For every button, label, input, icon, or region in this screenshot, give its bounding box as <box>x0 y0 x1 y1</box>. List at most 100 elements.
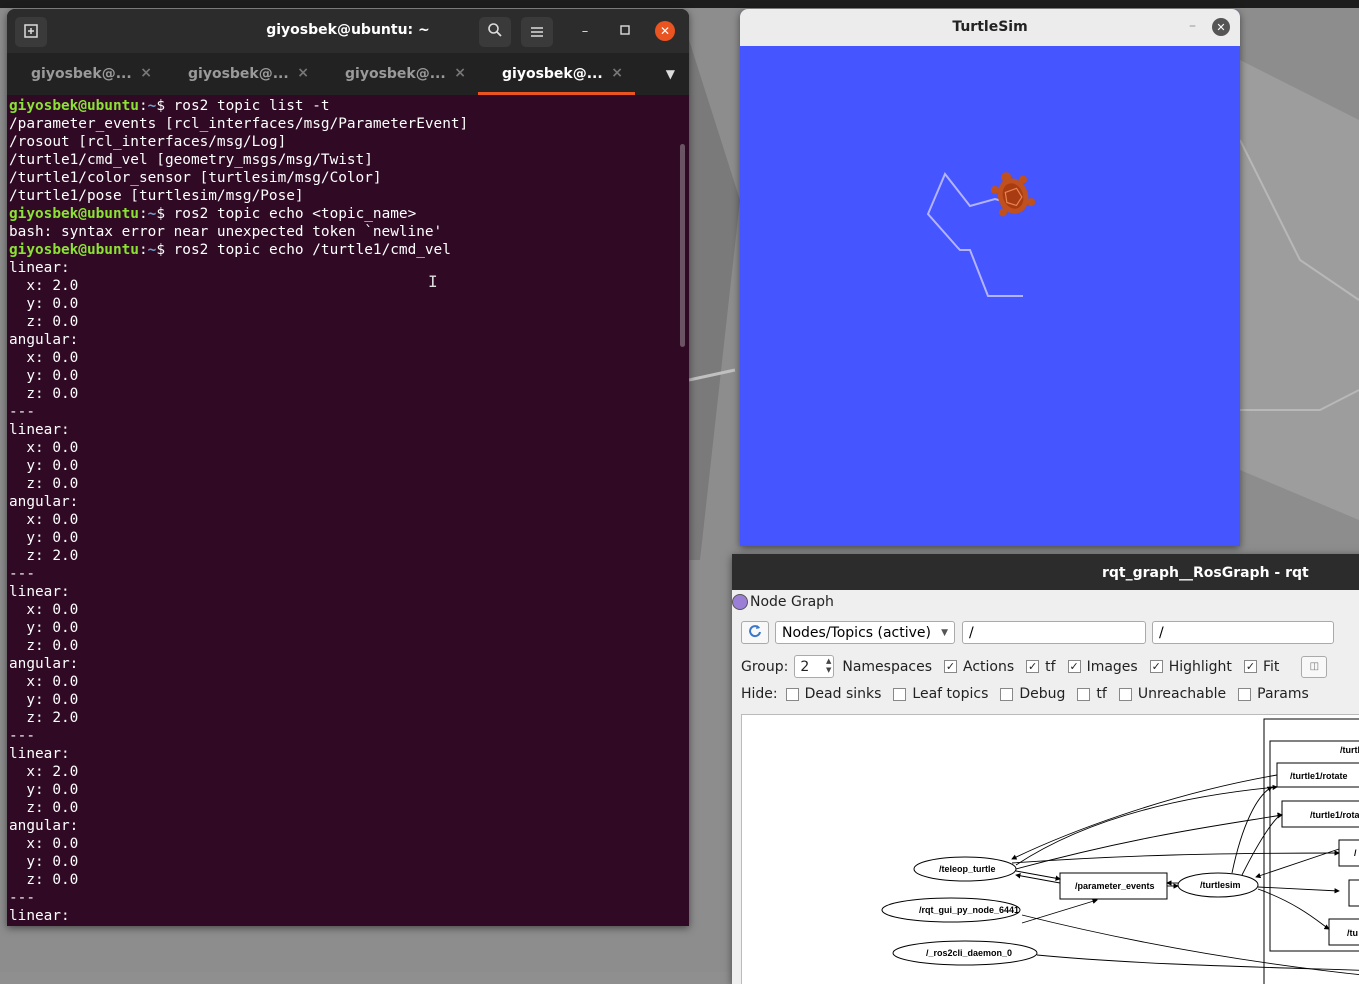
maximize-button[interactable] <box>615 21 635 41</box>
rqt-titlebar[interactable]: rqt_graph__RosGraph - rqt <box>732 554 1359 590</box>
close-tab-icon[interactable]: × <box>140 65 152 81</box>
terminal-output-line: z: 0.0 <box>9 476 79 492</box>
option-tf[interactable]: ✓ tf <box>1026 659 1056 675</box>
terminal-output-line: x: 0.0 <box>9 602 79 618</box>
rqt-title: rqt_graph__RosGraph - rqt <box>1102 565 1309 581</box>
terminal-prompt-line: giyosbek@ubuntu:~$ ros2 topic echo /turt… <box>9 242 451 258</box>
option-tf[interactable]: tf <box>1077 686 1107 702</box>
save-icon: ◫ <box>1309 661 1320 672</box>
terminal-output-line: angular: <box>9 818 79 834</box>
terminal-output-line: y: 0.0 <box>9 854 79 870</box>
option-namespaces[interactable]: Namespaces <box>842 659 932 675</box>
display-options: Namespaces ✓ Actions ✓ tf ✓ Images ✓ Highlight ✓ F… <box>842 659 1291 675</box>
tabs-dropdown-icon[interactable]: ▼ <box>666 67 675 81</box>
terminal-output-line: x: 0.0 <box>9 674 79 690</box>
minimize-button[interactable]: – <box>575 21 595 41</box>
checkbox[interactable] <box>1118 687 1132 701</box>
close-button[interactable]: ✕ <box>655 21 675 41</box>
minimize-icon[interactable]: – <box>1189 18 1196 34</box>
terminal-output[interactable]: giyosbek@ubuntu:~$ ros2 topic list -t/pa… <box>9 97 679 926</box>
checkbox[interactable]: ✓ <box>1243 660 1257 673</box>
option-actions[interactable]: ✓ Actions <box>944 659 1014 675</box>
terminal-output-line: y: 0.0 <box>9 692 79 708</box>
options-row: Group: 2 ▲ ▼ Namespaces ✓ Actions ✓ tf ✓ Images… <box>741 655 1328 678</box>
maximize-icon <box>620 24 630 39</box>
terminal-tab-1[interactable]: giyosbek@... × <box>7 53 164 95</box>
mode-select[interactable]: Nodes/Topics (active) ▼ <box>775 621 955 644</box>
refresh-button[interactable] <box>741 621 769 644</box>
checkbox[interactable] <box>893 687 907 701</box>
topic-4-label: /tu <box>1347 928 1358 938</box>
group-spinbox[interactable]: 2 ▲ ▼ <box>794 655 835 678</box>
turtlesim-titlebar[interactable]: TurtleSim – ✕ <box>740 9 1240 46</box>
terminal-output-line: --- <box>9 566 35 582</box>
close-tab-icon[interactable]: × <box>454 65 466 81</box>
topic-4-box <box>1348 879 1359 907</box>
turtlesim-window[interactable]: TurtleSim – ✕ <box>740 9 1240 546</box>
turtlesim-title: TurtleSim <box>952 19 1028 35</box>
terminal-output-line: z: 0.0 <box>9 638 79 654</box>
refresh-icon <box>748 623 762 642</box>
terminal-output-line: y: 0.0 <box>9 530 79 546</box>
terminal-output-line: z: 0.0 <box>9 872 79 888</box>
terminal-output-line: x: 0.0 <box>9 350 79 366</box>
terminal-window[interactable]: giyosbek@ubuntu: ~ – ✕ giyosbek@... × giy… <box>7 9 689 926</box>
rqt-window[interactable]: rqt_graph__RosGraph - rqt Node Graph Nod… <box>732 554 1359 984</box>
spinbox-arrows-icon[interactable]: ▲ ▼ <box>826 657 831 675</box>
terminal-output-line: /parameter_events [rcl_interfaces/msg/Pa… <box>9 116 469 132</box>
topic-filter-input[interactable]: / <box>1152 621 1334 644</box>
terminal-prompt-line: giyosbek@ubuntu:~$ ros2 topic echo <topi… <box>9 206 417 222</box>
turtle-icon <box>990 172 1036 217</box>
option-fit[interactable]: ✓ Fit <box>1243 659 1279 675</box>
option-leaf-topics[interactable]: Leaf topics <box>893 686 988 702</box>
topic-rotate-1-label: /turtle1/rotate <box>1290 771 1348 781</box>
minimize-icon: – <box>581 23 589 39</box>
checkbox[interactable] <box>785 687 799 701</box>
node-daemon-label: /_ros2cli_daemon_0 <box>926 948 1012 958</box>
node-filter-input[interactable]: / <box>962 621 1146 644</box>
close-tab-icon[interactable]: × <box>297 65 309 81</box>
terminal-output-line: y: 0.0 <box>9 458 79 474</box>
terminal-output-line: --- <box>9 890 35 906</box>
search-button[interactable] <box>479 17 511 47</box>
option-images[interactable]: ✓ Images <box>1067 659 1138 675</box>
ros-graph-canvas[interactable]: /turtl /turtle1/rotate /turtle1/rota / /… <box>741 714 1359 984</box>
terminal-output-line: x: 2.0 <box>9 278 79 294</box>
terminal-titlebar[interactable]: giyosbek@ubuntu: ~ – ✕ <box>7 9 689 53</box>
terminal-output-line: bash: syntax error near unexpected token… <box>9 224 443 240</box>
terminal-output-line: --- <box>9 728 35 744</box>
menu-button[interactable] <box>521 17 553 47</box>
node-rqt-gui-label: /rqt_gui_py_node_6441 <box>919 905 1019 915</box>
checkbox[interactable] <box>1000 687 1014 701</box>
option-unreachable[interactable]: Unreachable <box>1118 686 1226 702</box>
terminal-output-line: x: 0.0 <box>9 512 79 528</box>
checkbox[interactable]: ✓ <box>1149 660 1163 673</box>
checkbox[interactable] <box>1238 687 1252 701</box>
save-image-button[interactable]: ◫ <box>1301 655 1328 678</box>
terminal-output-line: linear: <box>9 422 70 438</box>
terminal-output-line: y: 0.0 <box>9 620 79 636</box>
hamburger-menu-icon <box>530 23 544 42</box>
terminal-scrollbar[interactable] <box>680 144 685 347</box>
terminal-output-line: y: 0.0 <box>9 368 79 384</box>
terminal-output-line: x: 0.0 <box>9 836 79 852</box>
close-tab-icon[interactable]: × <box>611 65 623 81</box>
option-params[interactable]: Params <box>1238 686 1309 702</box>
terminal-output-line: /turtle1/color_sensor [turtlesim/msg/Col… <box>9 170 382 186</box>
checkbox[interactable] <box>1077 687 1091 701</box>
terminal-output-line: linear: <box>9 584 70 600</box>
option-dead-sinks[interactable]: Dead sinks <box>785 686 881 702</box>
checkbox[interactable]: ✓ <box>1026 660 1040 673</box>
option-debug[interactable]: Debug <box>1000 686 1065 702</box>
terminal-output-line: /rosout [rcl_interfaces/msg/Log] <box>9 134 287 150</box>
option-highlight[interactable]: ✓ Highlight <box>1149 659 1232 675</box>
terminal-tab-4[interactable]: giyosbek@... × <box>478 53 635 95</box>
checkbox[interactable]: ✓ <box>944 660 958 673</box>
terminal-tab-3[interactable]: giyosbek@... × <box>321 53 478 95</box>
checkbox[interactable]: ✓ <box>1067 660 1081 673</box>
node-teleop-label: /teleop_turtle <box>939 864 996 874</box>
close-icon[interactable]: ✕ <box>1212 18 1230 36</box>
node-turtlesim-label: /turtlesim <box>1200 880 1241 890</box>
terminal-tab-2[interactable]: giyosbek@... × <box>164 53 321 95</box>
terminal-output-line: x: 0.0 <box>9 440 79 456</box>
